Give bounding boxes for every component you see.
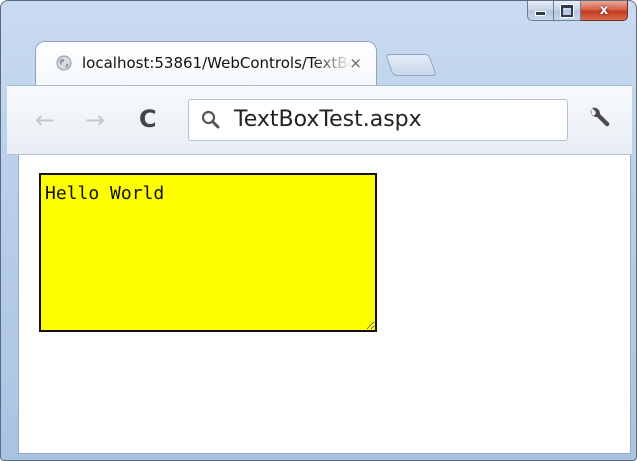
- toolbar: ← → C TextBoxTest.aspx: [7, 85, 632, 155]
- tab-close-button[interactable]: ×: [349, 54, 362, 72]
- forward-button[interactable]: →: [85, 106, 105, 134]
- close-icon: x: [599, 3, 609, 18]
- caption-buttons: x: [527, 1, 628, 22]
- tab-active[interactable]: localhost:53861/WebControls/TextBoxTest.…: [35, 41, 377, 85]
- close-window-button[interactable]: x: [581, 1, 628, 21]
- minimize-icon: [535, 11, 546, 16]
- page-content: Hello World: [18, 155, 631, 454]
- magnifier-icon: [201, 110, 220, 129]
- browser-window: x localhost:53861/WebControls/TextBoxTes…: [0, 0, 637, 461]
- minimize-button[interactable]: [527, 1, 554, 21]
- address-bar[interactable]: TextBoxTest.aspx: [188, 99, 568, 141]
- address-text: TextBoxTest.aspx: [234, 107, 422, 132]
- maximize-icon: [561, 4, 573, 17]
- wrench-icon[interactable]: [585, 104, 613, 132]
- text-box[interactable]: Hello World: [39, 173, 377, 332]
- new-tab-button[interactable]: [384, 54, 438, 76]
- back-button[interactable]: ←: [35, 106, 55, 134]
- tab-title: localhost:53861/WebControls/TextBoxTest.…: [82, 54, 352, 72]
- maximize-button[interactable]: [554, 1, 581, 21]
- globe-icon: [56, 55, 72, 71]
- reload-button[interactable]: C: [139, 104, 157, 134]
